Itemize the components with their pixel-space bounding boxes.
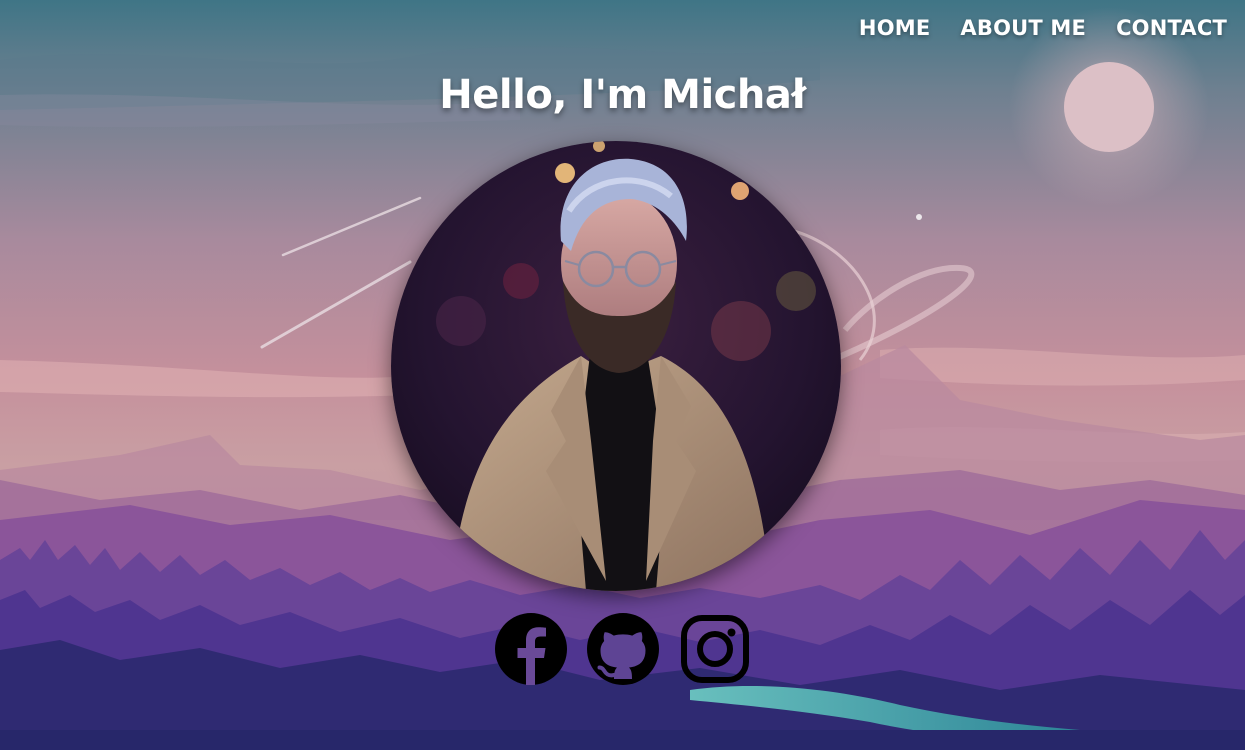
- github-link[interactable]: [586, 613, 659, 685]
- facebook-link[interactable]: [494, 613, 567, 685]
- profile-photo: [391, 141, 841, 591]
- nav-link-about-me[interactable]: ABOUT ME: [960, 16, 1086, 40]
- github-icon: [586, 613, 659, 685]
- nav-link-contact[interactable]: CONTACT: [1116, 16, 1227, 40]
- nav-link-home[interactable]: HOME: [859, 16, 930, 40]
- facebook-icon: [494, 613, 567, 685]
- social-links: [0, 613, 1245, 685]
- hero-title: Hello, I'm Michał: [439, 72, 806, 118]
- instagram-link[interactable]: [679, 613, 751, 685]
- instagram-icon: [680, 615, 749, 683]
- profile-photo-illustration: [391, 141, 841, 591]
- top-navigation: HOME ABOUT ME CONTACT: [859, 16, 1227, 40]
